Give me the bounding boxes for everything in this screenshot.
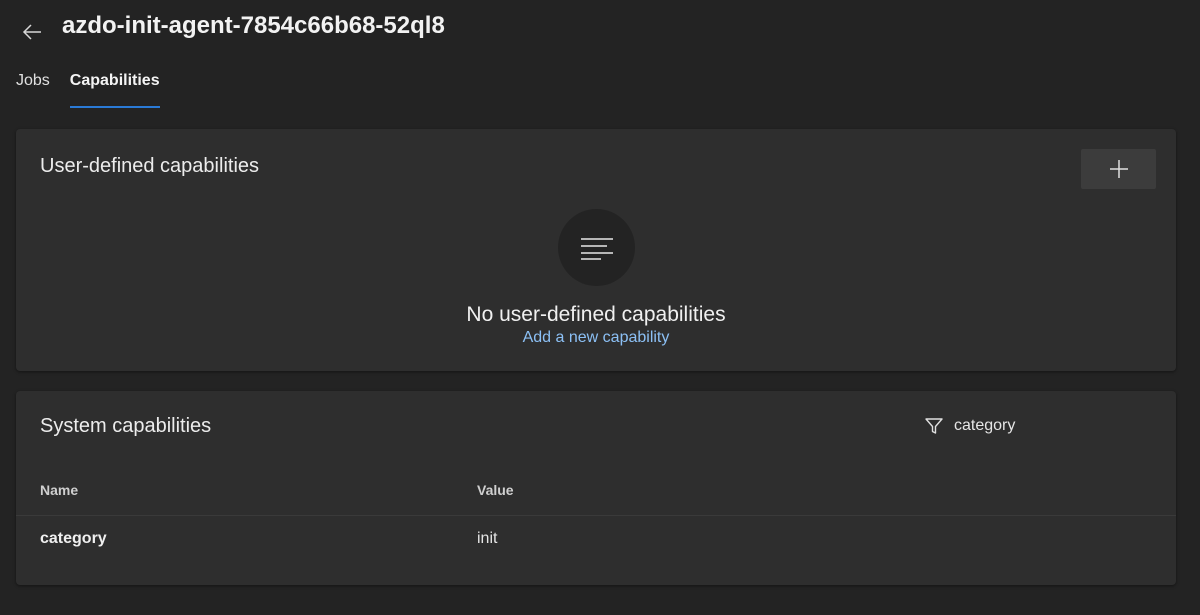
- page-title: azdo-init-agent-7854c66b68-52ql8: [62, 12, 445, 39]
- user-capabilities-card: User-defined capabilities No user-define…: [16, 129, 1176, 371]
- list-lines-icon: [580, 237, 613, 260]
- filter-button[interactable]: category: [924, 415, 1015, 437]
- tab-capabilities[interactable]: Capabilities: [69, 68, 160, 108]
- system-capabilities-title: System capabilities: [40, 415, 212, 437]
- arrow-left-icon: [22, 24, 41, 40]
- add-capability-button[interactable]: [1081, 149, 1156, 189]
- column-header-name[interactable]: Name: [40, 480, 78, 500]
- page-header: azdo-init-agent-7854c66b68-52ql8: [0, 0, 1200, 60]
- empty-state-icon-container: [558, 209, 635, 286]
- user-capabilities-title: User-defined capabilities: [40, 155, 260, 177]
- funnel-icon: [925, 418, 943, 434]
- table-row[interactable]: category init: [16, 516, 1176, 562]
- capability-value-cell: init: [477, 530, 498, 547]
- plus-icon: [1109, 160, 1128, 178]
- add-new-capability-link[interactable]: Add a new capability: [523, 329, 670, 346]
- system-capabilities-card: System capabilities category Name Value …: [16, 391, 1176, 585]
- column-header-value[interactable]: Value: [477, 480, 514, 500]
- tab-jobs[interactable]: Jobs: [16, 68, 50, 94]
- back-button[interactable]: [18, 18, 46, 46]
- capability-name-cell: category: [40, 530, 107, 547]
- empty-state-title: No user-defined capabilities: [466, 303, 726, 326]
- tab-bar: Jobs Capabilities: [16, 68, 180, 110]
- filter-text: category: [954, 417, 1016, 434]
- empty-state-link-row: Add a new capability: [16, 327, 1176, 349]
